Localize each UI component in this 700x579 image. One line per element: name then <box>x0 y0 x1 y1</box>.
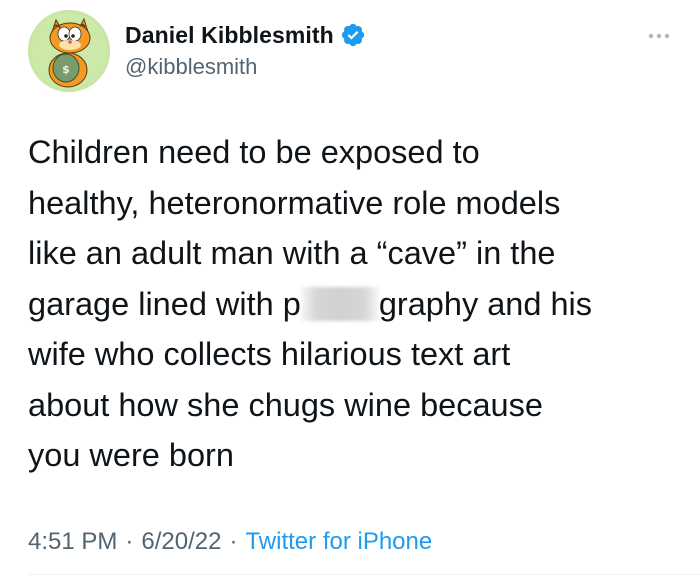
tweet-line: about how she chugs wine because <box>28 386 543 423</box>
name-row: Daniel Kibblesmith <box>125 20 366 50</box>
display-name[interactable]: Daniel Kibblesmith <box>125 22 334 49</box>
tweet-line: healthy, heteronormative role models <box>28 184 561 221</box>
verified-badge-icon <box>340 22 366 48</box>
tweet-meta: 4:51 PM · 6/20/22 · Twitter for iPhone <box>28 528 432 556</box>
divider <box>28 574 700 575</box>
tweet-line: Children need to be exposed to <box>28 134 480 170</box>
tweet-line: graphy and his <box>378 285 593 322</box>
garfield-avatar-icon: $ <box>28 10 110 92</box>
tweet-date[interactable]: 6/20/22 <box>141 528 221 556</box>
more-options-icon[interactable] <box>643 28 675 44</box>
tweet-line: wife who collects hilarious text art <box>28 336 511 372</box>
tweet-time[interactable]: 4:51 PM <box>28 528 117 556</box>
meta-separator: · <box>229 528 238 555</box>
svg-text:$: $ <box>62 63 70 76</box>
tweet-line: garage lined with p <box>28 285 301 322</box>
tweet-source-link[interactable]: Twitter for iPhone <box>245 528 432 556</box>
tweet-line: like an adult man with a “cave” in the <box>28 235 556 271</box>
censored-blur <box>300 286 379 321</box>
avatar[interactable]: $ <box>28 10 110 92</box>
meta-separator: · <box>125 528 134 555</box>
user-handle[interactable]: @kibblesmith <box>125 54 257 80</box>
tweet-card: $ Daniel Kibblesmith @kibblesmith Childr… <box>0 0 700 579</box>
tweet-text: Children need to be exposed to healthy, … <box>28 127 688 481</box>
tweet-line: you were born <box>28 437 234 473</box>
